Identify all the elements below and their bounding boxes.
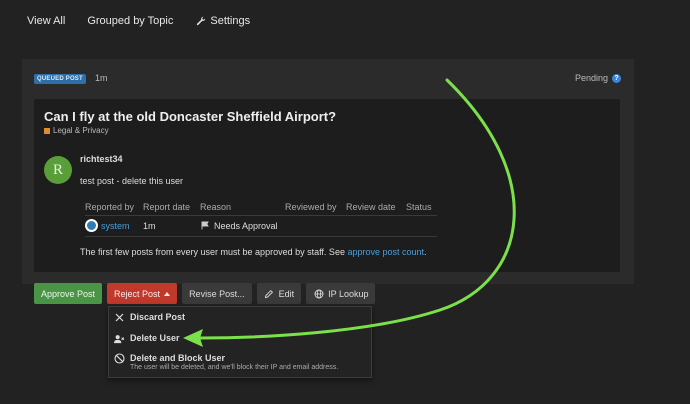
flag-icon <box>200 220 211 231</box>
delete-block-description: The user will be deleted, and we'll bloc… <box>130 364 339 371</box>
approve-post-button[interactable]: Approve Post <box>34 283 103 304</box>
caret-up-icon <box>164 291 171 296</box>
reject-post-label: Reject Post <box>114 288 161 299</box>
pencil-icon <box>264 288 275 299</box>
reports-table: Reported by Report date Reason Reviewed … <box>85 199 437 237</box>
nav-settings-label: Settings <box>210 15 251 27</box>
nav-view-all[interactable]: View All <box>20 14 72 28</box>
col-reviewed-by: Reviewed by <box>285 201 337 212</box>
revise-post-button[interactable]: Revise Post... <box>182 283 252 304</box>
discard-post-label: Discard Post <box>130 312 186 322</box>
system-user-link[interactable]: system <box>85 219 139 232</box>
system-user-label: system <box>101 220 130 231</box>
globe-icon <box>313 288 324 299</box>
nav-grouped-by-topic[interactable]: Grouped by Topic <box>80 14 180 28</box>
table-row: system 1m Needs Approval <box>85 215 437 236</box>
col-reason: Reason <box>200 201 232 212</box>
approve-post-count-link[interactable]: approve post count <box>347 247 424 257</box>
queued-post-badge: QUEUED POST <box>34 74 86 84</box>
help-icon[interactable]: ? <box>612 73 621 83</box>
user-times-icon <box>114 333 125 344</box>
reject-post-button[interactable]: Reject Post <box>107 283 178 304</box>
post-body: test post - delete this user <box>80 176 184 186</box>
pending-status: Pending ? <box>575 73 621 83</box>
ip-lookup-button[interactable]: IP Lookup <box>306 283 376 304</box>
cell-report-date: 1m <box>143 220 156 231</box>
delete-block-label: Delete and Block User <box>130 353 226 363</box>
post-username[interactable]: richtest34 <box>80 154 123 164</box>
menu-item-delete-and-block-user[interactable]: Delete and Block User The user will be d… <box>114 353 338 371</box>
nav-view-all-label: View All <box>27 15 66 27</box>
cell-reported-by: system <box>85 215 143 236</box>
edit-button[interactable]: Edit <box>256 283 302 304</box>
col-review-date: Review date <box>346 201 396 212</box>
category-color-icon <box>44 127 50 134</box>
approval-note-text: The first few posts from every user must… <box>80 247 348 257</box>
ip-lookup-label: IP Lookup <box>328 288 369 299</box>
queued-post-card: QUEUED POST 1m Pending ? Can I fly at th… <box>22 59 634 284</box>
review-actions: Approve Post Reject Post Revise Post... … <box>34 283 376 304</box>
menu-item-discard-post[interactable]: Discard Post <box>114 312 185 323</box>
col-status: Status <box>406 201 432 212</box>
system-logo-icon <box>85 219 98 232</box>
reject-dropdown-menu: Discard Post Delete User Delete and Bloc… <box>108 306 372 378</box>
wrench-icon <box>195 16 206 27</box>
reason-label: Needs Approval <box>214 220 278 231</box>
post-category[interactable]: Legal & Privacy <box>44 126 109 135</box>
col-reported-by: Reported by <box>85 201 135 212</box>
top-nav: View All Grouped by Topic Settings <box>20 14 257 28</box>
avatar[interactable]: R <box>44 156 72 184</box>
post-preview: Can I fly at the old Doncaster Sheffield… <box>34 99 620 272</box>
ban-icon <box>114 353 125 364</box>
approval-note: The first few posts from every user must… <box>80 247 427 257</box>
close-icon <box>114 312 125 323</box>
nav-grouped-label: Grouped by Topic <box>87 15 174 27</box>
col-report-date: Report date <box>143 201 191 212</box>
post-title[interactable]: Can I fly at the old Doncaster Sheffield… <box>44 109 336 124</box>
queued-time: 1m <box>95 73 108 83</box>
menu-item-delete-user[interactable]: Delete User <box>114 333 180 344</box>
pending-label: Pending <box>574 73 608 83</box>
nav-settings[interactable]: Settings <box>188 14 257 28</box>
edit-label: Edit <box>278 288 295 299</box>
category-label: Legal & Privacy <box>53 126 109 135</box>
cell-reason: Needs Approval <box>200 215 285 236</box>
reports-header-row: Reported by Report date Reason Reviewed … <box>85 199 437 215</box>
delete-user-label: Delete User <box>130 333 180 343</box>
